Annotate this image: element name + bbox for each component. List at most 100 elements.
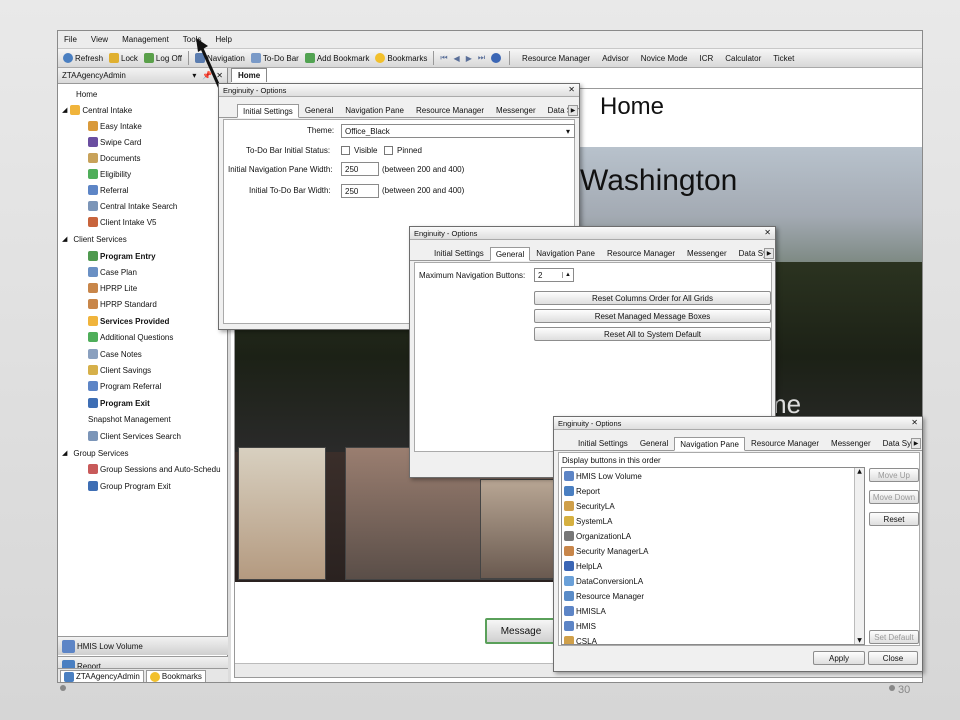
close-button[interactable]: Close	[868, 651, 918, 665]
resource-manager-button[interactable]: Resource Manager	[519, 51, 593, 66]
reset-columns-button[interactable]: Reset Columns Order for All Grids	[534, 291, 771, 305]
collapse-icon[interactable]: ◢	[62, 106, 67, 114]
pinned-checkbox[interactable]	[384, 146, 393, 155]
menu-management[interactable]: Management	[122, 35, 169, 44]
tree-home[interactable]: Home	[76, 87, 97, 101]
tree-eligibility[interactable]: Eligibility	[88, 167, 131, 181]
tree-documents[interactable]: Documents	[88, 151, 140, 165]
tab-navigation-pane[interactable]: Navigation Pane	[674, 437, 745, 451]
tab-navigation-pane[interactable]: Navigation Pane	[339, 104, 410, 117]
collapse-icon[interactable]: ◢	[62, 235, 67, 243]
tab-resource-manager[interactable]: Resource Manager	[745, 437, 825, 450]
list-item-helpla[interactable]: HelpLA	[564, 559, 602, 573]
list-item-hmis-low-volume[interactable]: HMIS Low Volume	[564, 469, 642, 483]
tab-resource-manager[interactable]: Resource Manager	[410, 104, 490, 117]
tree-group-sessions[interactable]: Group Sessions and Auto-Schedu	[88, 462, 221, 476]
nav-button-hmis-low-volume[interactable]: HMIS Low Volume	[58, 636, 228, 655]
list-item-resource-manager[interactable]: Resource Manager	[564, 589, 644, 603]
tab-messenger[interactable]: Messenger	[681, 247, 733, 260]
menu-view[interactable]: View	[91, 35, 108, 44]
tree-services-provided[interactable]: Services Provided	[88, 314, 169, 328]
tree-program-exit[interactable]: Program Exit	[88, 396, 150, 410]
scroll-down-icon[interactable]: ▼	[855, 637, 864, 644]
help-button[interactable]	[488, 51, 506, 66]
tab-general[interactable]: General	[489, 247, 531, 261]
advisor-button[interactable]: Advisor	[599, 51, 632, 66]
move-down-button[interactable]: Move Down	[869, 490, 919, 504]
tree-referral[interactable]: Referral	[88, 183, 128, 197]
tab-initial-settings[interactable]: Initial Settings	[237, 104, 299, 118]
tab-general[interactable]: General	[634, 437, 674, 450]
close-icon[interactable]: ✕	[764, 228, 771, 237]
close-icon[interactable]: ✕	[911, 418, 918, 427]
tree-snapshot-management[interactable]: Snapshot Management	[88, 412, 171, 426]
move-up-button[interactable]: Move Up	[869, 468, 919, 482]
tab-home[interactable]: Home	[231, 68, 268, 82]
list-item-dataconversionla[interactable]: DataConversionLA	[564, 574, 643, 588]
close-icon[interactable]: ✕	[568, 85, 575, 94]
tree-additional-questions[interactable]: Additional Questions	[88, 330, 173, 344]
tab-initial-settings[interactable]: Initial Settings	[572, 437, 634, 450]
tab-messenger[interactable]: Messenger	[490, 104, 542, 117]
spinner-icon[interactable]: ▲	[562, 272, 573, 278]
tree-case-notes[interactable]: Case Notes	[88, 347, 142, 361]
tab-navigation-pane[interactable]: Navigation Pane	[530, 247, 601, 260]
tab-general[interactable]: General	[299, 104, 339, 117]
add-bookmark-button[interactable]: Add Bookmark	[302, 51, 372, 66]
list-item-systemla[interactable]: SystemLA	[564, 514, 612, 528]
last-record-button[interactable]: ⏭	[475, 51, 488, 66]
lock-button[interactable]: Lock	[106, 51, 141, 66]
novice-mode-button[interactable]: Novice Mode	[638, 51, 691, 66]
tab-scroll-right-icon[interactable]: ▶	[568, 105, 578, 116]
tree-case-plan[interactable]: Case Plan	[88, 265, 137, 279]
tree-client-intake-v5[interactable]: Client Intake V5	[88, 215, 156, 229]
list-item-security-managerla[interactable]: Security ManagerLA	[564, 544, 648, 558]
bookmarks-button[interactable]: Bookmarks	[372, 51, 430, 66]
list-item-hmisla[interactable]: HMISLA	[564, 604, 606, 618]
reset-message-boxes-button[interactable]: Reset Managed Message Boxes	[534, 309, 771, 323]
tree-central-intake-search[interactable]: Central Intake Search	[88, 199, 177, 213]
nav-buttons-list[interactable]: HMIS Low Volume Report SecurityLA System…	[561, 467, 865, 645]
list-item-report[interactable]: Report	[564, 484, 600, 498]
tab-resource-manager[interactable]: Resource Manager	[601, 247, 681, 260]
tree-group-program-exit[interactable]: Group Program Exit	[88, 479, 171, 493]
list-item-securityla[interactable]: SecurityLA	[564, 499, 615, 513]
visible-checkbox[interactable]	[341, 146, 350, 155]
tab-scroll-right-icon[interactable]: ▶	[764, 248, 774, 259]
tree-swipe-card[interactable]: Swipe Card	[88, 135, 141, 149]
reset-all-button[interactable]: Reset All to System Default	[534, 327, 771, 341]
nav-width-input[interactable]: 250	[341, 162, 379, 176]
todo-width-input[interactable]: 250	[341, 184, 379, 198]
calculator-button[interactable]: Calculator	[722, 51, 764, 66]
menu-file[interactable]: File	[64, 35, 77, 44]
tree-easy-intake[interactable]: Easy Intake	[88, 119, 142, 133]
collapse-icon[interactable]: ◢	[62, 449, 67, 457]
scroll-up-icon[interactable]: ▲	[855, 468, 864, 475]
refresh-button[interactable]: Refresh	[60, 51, 106, 66]
tree-client-savings[interactable]: Client Savings	[88, 363, 151, 377]
tree-program-entry[interactable]: Program Entry	[88, 249, 156, 263]
tab-messenger[interactable]: Messenger	[825, 437, 877, 450]
tab-scroll-right-icon[interactable]: ▶	[911, 438, 921, 449]
max-nav-input[interactable]: 2 ▲	[534, 268, 574, 282]
tree-client-services[interactable]: ◢ Client Services	[62, 232, 127, 246]
previous-record-button[interactable]: ◀	[451, 51, 463, 66]
todo-bar-button[interactable]: To-Do Bar	[248, 51, 302, 66]
set-default-button[interactable]: Set Default	[869, 630, 919, 644]
tab-initial-settings[interactable]: Initial Settings	[428, 247, 490, 260]
tree-program-referral[interactable]: Program Referral	[88, 379, 161, 393]
tree-client-services-search[interactable]: Client Services Search	[88, 429, 181, 443]
list-item-csla[interactable]: CSLA	[564, 634, 597, 644]
tree-hprp-lite[interactable]: HPRP Lite	[88, 281, 137, 295]
logoff-button[interactable]: Log Off	[141, 51, 185, 66]
apply-button[interactable]: Apply	[813, 651, 865, 665]
reset-button[interactable]: Reset	[869, 512, 919, 526]
first-record-button[interactable]: ⏮	[437, 51, 450, 66]
message-button[interactable]: Message	[485, 618, 557, 644]
tree-group-services[interactable]: ◢ Group Services	[62, 446, 129, 460]
tab-agency[interactable]: ZTAAgencyAdmin	[60, 669, 144, 682]
tree-hprp-standard[interactable]: HPRP Standard	[88, 297, 157, 311]
icr-button[interactable]: ICR	[696, 51, 716, 66]
next-record-button[interactable]: ▶	[463, 51, 475, 66]
ticket-button[interactable]: Ticket	[770, 51, 797, 66]
